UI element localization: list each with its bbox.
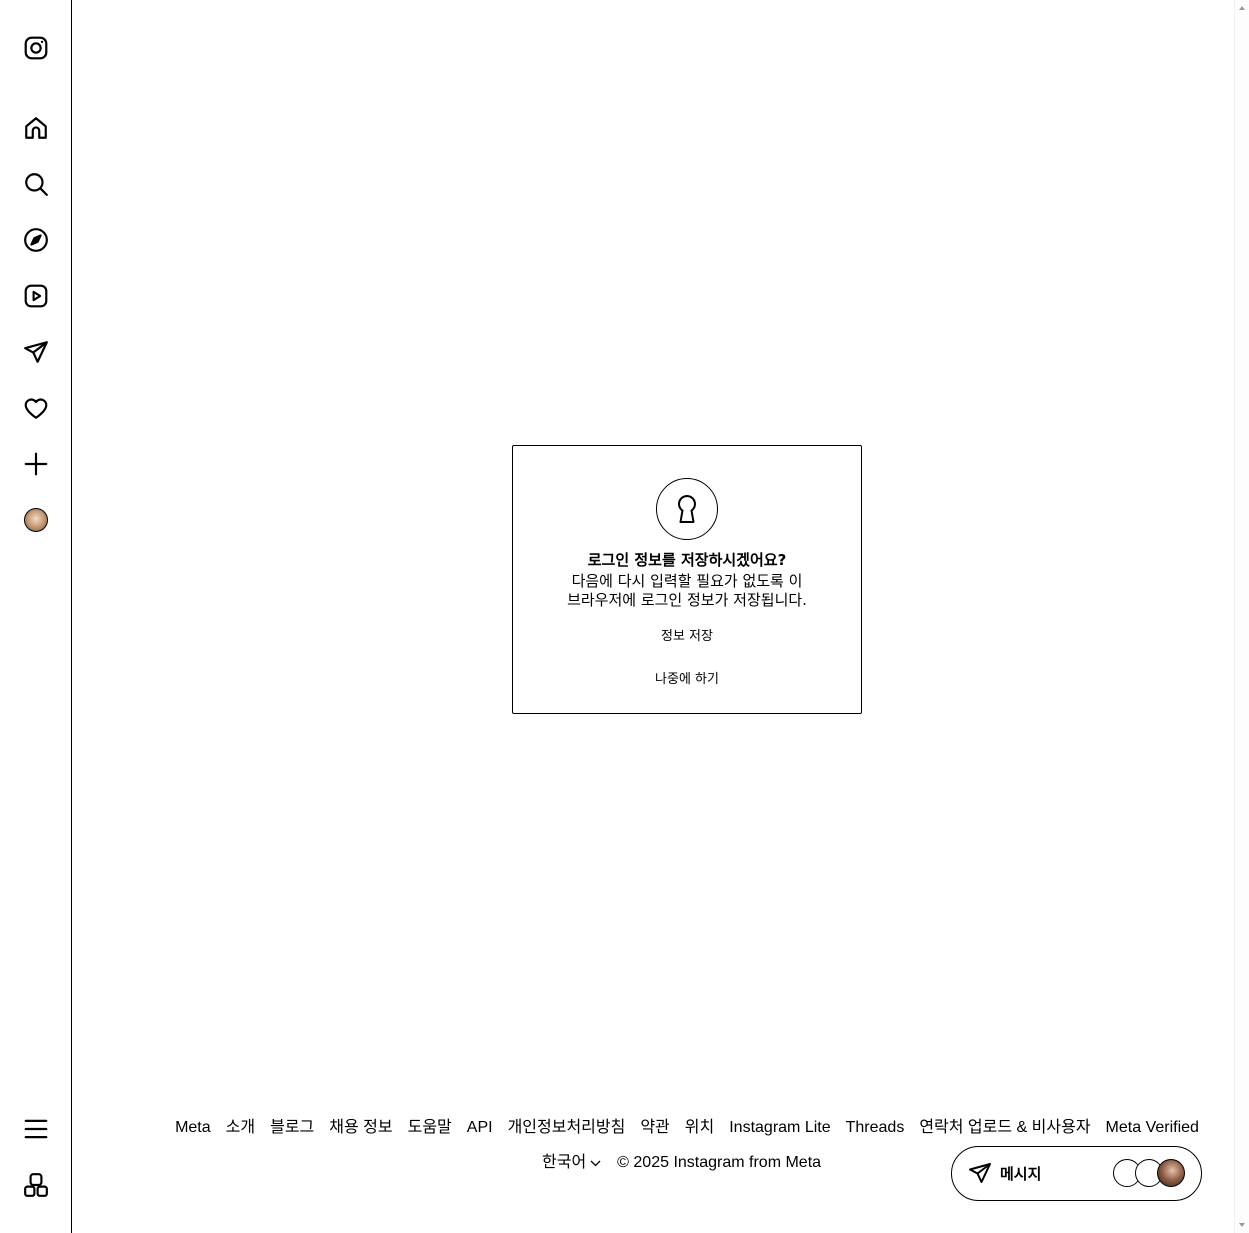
- explore-icon[interactable]: [22, 226, 50, 254]
- home-icon[interactable]: [22, 114, 50, 142]
- messages-icon[interactable]: [22, 338, 50, 366]
- save-login-dialog: 로그인 정보를 저장하시겠어요? 다음에 다시 입력할 필요가 없도록 이 브라…: [512, 445, 862, 714]
- heart-icon[interactable]: [22, 394, 50, 422]
- footer-link-meta[interactable]: Meta: [175, 1117, 211, 1139]
- apps-icon[interactable]: [22, 1171, 50, 1199]
- chevron-down-icon: [590, 1160, 601, 1166]
- footer-link-instagram-lite[interactable]: Instagram Lite: [729, 1117, 830, 1139]
- footer-links: Meta 소개 블로그 채용 정보 도움말 API 개인정보처리방침 약관 위치…: [156, 1117, 1218, 1139]
- footer-link-api[interactable]: API: [467, 1117, 493, 1139]
- copyright-text: © 2025 Instagram from Meta: [617, 1154, 822, 1171]
- not-now-button[interactable]: 나중에 하기: [513, 671, 861, 689]
- messages-button[interactable]: 메시지: [951, 1146, 1202, 1201]
- footer-link-jobs[interactable]: 채용 정보: [329, 1117, 392, 1139]
- dialog-description: 다음에 다시 입력할 필요가 없도록 이 브라우저에 로그인 정보가 저장됩니다…: [543, 572, 831, 610]
- plus-icon[interactable]: [22, 450, 50, 478]
- messages-label: 메시지: [1000, 1165, 1042, 1183]
- language-select[interactable]: 한국어: [542, 1152, 601, 1174]
- dialog-description-line1: 다음에 다시 입력할 필요가 없도록 이: [571, 572, 803, 590]
- sidebar-nav: [0, 0, 72, 1233]
- scroll-down-arrow-icon[interactable]: [1239, 1223, 1245, 1227]
- instagram-logo-icon[interactable]: [22, 34, 50, 62]
- scroll-up-arrow-icon[interactable]: [1239, 6, 1245, 10]
- search-icon[interactable]: [22, 170, 50, 198]
- avatar: [1157, 1159, 1185, 1187]
- scrollbar[interactable]: [1234, 0, 1249, 1233]
- footer-link-contact-upload[interactable]: 연락처 업로드 & 비사용자: [919, 1117, 1090, 1139]
- avatar: [24, 508, 48, 532]
- reels-icon[interactable]: [22, 282, 50, 310]
- save-info-button[interactable]: 정보 저장: [513, 628, 861, 646]
- footer-link-meta-verified[interactable]: Meta Verified: [1106, 1117, 1199, 1139]
- footer-link-terms[interactable]: 약관: [640, 1117, 669, 1139]
- footer-link-threads[interactable]: Threads: [846, 1117, 905, 1139]
- message-avatars: [1113, 1159, 1189, 1189]
- footer-bottom: 한국어 © 2025 Instagram from Meta: [542, 1152, 821, 1174]
- menu-icon[interactable]: [22, 1115, 50, 1143]
- send-icon: [969, 1163, 991, 1183]
- footer-link-privacy[interactable]: 개인정보처리방침: [508, 1117, 626, 1139]
- footer-link-locations[interactable]: 위치: [685, 1117, 714, 1139]
- footer-link-blog[interactable]: 블로그: [270, 1117, 314, 1139]
- footer-link-help[interactable]: 도움말: [408, 1117, 452, 1139]
- keyhole-icon: [656, 478, 718, 540]
- dialog-description-line2: 브라우저에 로그인 정보가 저장됩니다.: [567, 591, 807, 609]
- footer-link-about[interactable]: 소개: [226, 1117, 255, 1139]
- profile-avatar[interactable]: [22, 506, 50, 534]
- language-label: 한국어: [542, 1154, 587, 1171]
- dialog-title: 로그인 정보를 저장하시겠어요?: [587, 551, 787, 569]
